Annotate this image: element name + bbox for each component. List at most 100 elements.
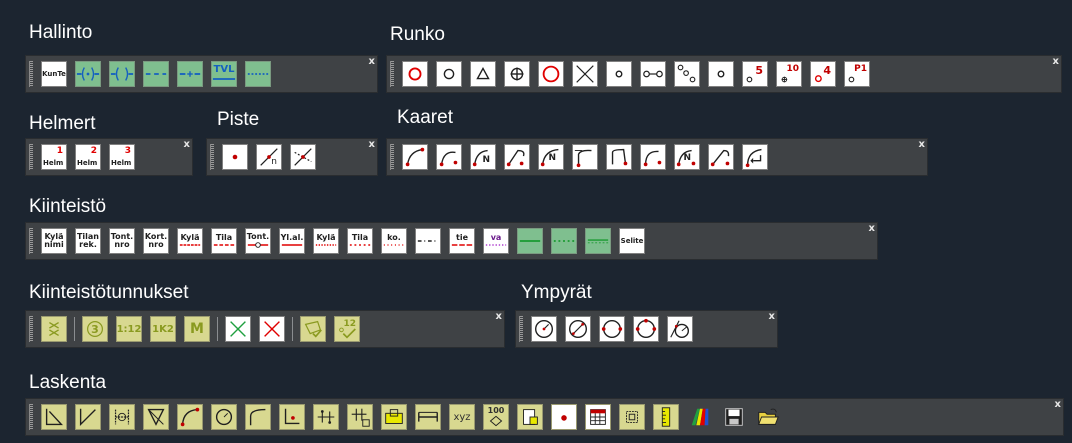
- arc-1-button[interactable]: [402, 144, 428, 170]
- boundary-circle-dash-button[interactable]: [109, 61, 135, 87]
- point-red-circle-button[interactable]: [402, 61, 428, 87]
- point-small-circle-button[interactable]: [606, 61, 632, 87]
- helmert-2-button[interactable]: 2 Helm: [75, 144, 101, 170]
- point-p1-button[interactable]: P1: [844, 61, 870, 87]
- open-folder-button[interactable]: [755, 404, 781, 430]
- circle-tangent-button[interactable]: [667, 316, 693, 342]
- tila-border-button[interactable]: Tila: [211, 228, 237, 254]
- arc-2-button[interactable]: [436, 144, 462, 170]
- tie-button[interactable]: tie: [449, 228, 475, 254]
- arc-return-button[interactable]: [742, 144, 768, 170]
- tont-nro-button[interactable]: Tont. nro: [109, 228, 135, 254]
- calc-point-button[interactable]: [551, 404, 577, 430]
- delete-red-button[interactable]: [259, 316, 285, 342]
- green-double-button[interactable]: [585, 228, 611, 254]
- toolbar-grip[interactable]: [29, 61, 33, 87]
- point-series-button[interactable]: [674, 61, 700, 87]
- circle-two-point-button[interactable]: [599, 316, 625, 342]
- helmert-1-button[interactable]: 1 Helm: [41, 144, 67, 170]
- piste-divide-button[interactable]: n: [256, 144, 282, 170]
- kyla-nimi-button[interactable]: Kylä nimi: [41, 228, 67, 254]
- calc-triangle-button[interactable]: [143, 404, 169, 430]
- ratio-1-12-button[interactable]: 1:12: [116, 316, 142, 342]
- close-icon[interactable]: x: [869, 224, 875, 234]
- selite-button[interactable]: Selite: [619, 228, 645, 254]
- calc-circle-button[interactable]: [211, 404, 237, 430]
- kunta-button[interactable]: KunTe: [41, 61, 67, 87]
- calc-angle-button[interactable]: [75, 404, 101, 430]
- calc-100-button[interactable]: 100: [483, 404, 509, 430]
- calc-curve-button[interactable]: [245, 404, 271, 430]
- close-icon[interactable]: x: [496, 312, 502, 322]
- save-button[interactable]: [721, 404, 747, 430]
- ylal-border-button[interactable]: Yl.al.: [279, 228, 305, 254]
- boundary-dotted-button[interactable]: [245, 61, 271, 87]
- arc-line-button[interactable]: [708, 144, 734, 170]
- boundary-dash-button[interactable]: [143, 61, 169, 87]
- toolbar-grip[interactable]: [390, 61, 394, 87]
- calc-layers-button[interactable]: [687, 404, 713, 430]
- arc-corner-button[interactable]: [606, 144, 632, 170]
- toolbar-grip[interactable]: [29, 316, 33, 342]
- boundary-circle-button[interactable]: [75, 61, 101, 87]
- point-dot-button[interactable]: [708, 61, 734, 87]
- delete-point-button[interactable]: [572, 61, 598, 87]
- arc-3-button[interactable]: [640, 144, 666, 170]
- green-dotted-button[interactable]: [551, 228, 577, 254]
- tont-border-button[interactable]: Tont.: [245, 228, 271, 254]
- toolbar-grip[interactable]: [519, 316, 523, 342]
- point-number-4-button[interactable]: 4: [810, 61, 836, 87]
- swap-button[interactable]: [41, 316, 67, 342]
- arc-n3-button[interactable]: N: [674, 144, 700, 170]
- calc-distance-button[interactable]: [415, 404, 441, 430]
- calc-frame-button[interactable]: [619, 404, 645, 430]
- arc-chord-button[interactable]: [504, 144, 530, 170]
- close-icon[interactable]: x: [369, 140, 375, 150]
- circle-three-point-button[interactable]: [633, 316, 659, 342]
- area-check-button[interactable]: [300, 316, 326, 342]
- toolbar-grip[interactable]: [29, 228, 33, 254]
- point-crosshair-button[interactable]: [504, 61, 530, 87]
- calc-corner-button[interactable]: [279, 404, 305, 430]
- circle-diameter-button[interactable]: [565, 316, 591, 342]
- va-button[interactable]: va: [483, 228, 509, 254]
- calc-table-button[interactable]: [585, 404, 611, 430]
- delete-green-button[interactable]: [225, 316, 251, 342]
- tilan-rek-button[interactable]: Tilan rek.: [75, 228, 101, 254]
- label-1k2-button[interactable]: 1K2: [150, 316, 176, 342]
- circle-radius-button[interactable]: [531, 316, 557, 342]
- calc-offset-button[interactable]: [109, 404, 135, 430]
- boundary-plus-button[interactable]: [177, 61, 203, 87]
- point-link-button[interactable]: [640, 61, 666, 87]
- calc-xyz-button[interactable]: xyz: [449, 404, 475, 430]
- kyla-border-button[interactable]: Kylä: [177, 228, 203, 254]
- tila-dotted-button[interactable]: Tila: [347, 228, 373, 254]
- arc-n-button[interactable]: N: [470, 144, 496, 170]
- piste-intersect-button[interactable]: [290, 144, 316, 170]
- calc-document-button[interactable]: [517, 404, 543, 430]
- number-check-button[interactable]: 12: [334, 316, 360, 342]
- arc-n2-button[interactable]: N: [538, 144, 564, 170]
- toolbar-grip[interactable]: [210, 144, 214, 170]
- point-large-red-circle-button[interactable]: [538, 61, 564, 87]
- point-number-5-button[interactable]: 5: [742, 61, 768, 87]
- close-icon[interactable]: x: [769, 312, 775, 322]
- toolbar-grip[interactable]: [29, 404, 33, 430]
- close-icon[interactable]: x: [919, 140, 925, 150]
- calc-network-b-button[interactable]: [347, 404, 373, 430]
- calc-ruler-button[interactable]: [653, 404, 679, 430]
- calc-arc-button[interactable]: [177, 404, 203, 430]
- label-m-button[interactable]: M: [184, 316, 210, 342]
- piste-point-button[interactable]: [222, 144, 248, 170]
- point-number-10-button[interactable]: 10: [776, 61, 802, 87]
- kyla-dotted-button[interactable]: Kylä: [313, 228, 339, 254]
- close-icon[interactable]: x: [1053, 57, 1059, 67]
- green-line-button[interactable]: [517, 228, 543, 254]
- close-icon[interactable]: x: [184, 140, 190, 150]
- kort-nro-button[interactable]: Kort. nro: [143, 228, 169, 254]
- point-circle-button[interactable]: [436, 61, 462, 87]
- line-dash-dot-button[interactable]: [415, 228, 441, 254]
- point-triangle-button[interactable]: [470, 61, 496, 87]
- ko-button[interactable]: ko.: [381, 228, 407, 254]
- circle-3-button[interactable]: 3: [82, 316, 108, 342]
